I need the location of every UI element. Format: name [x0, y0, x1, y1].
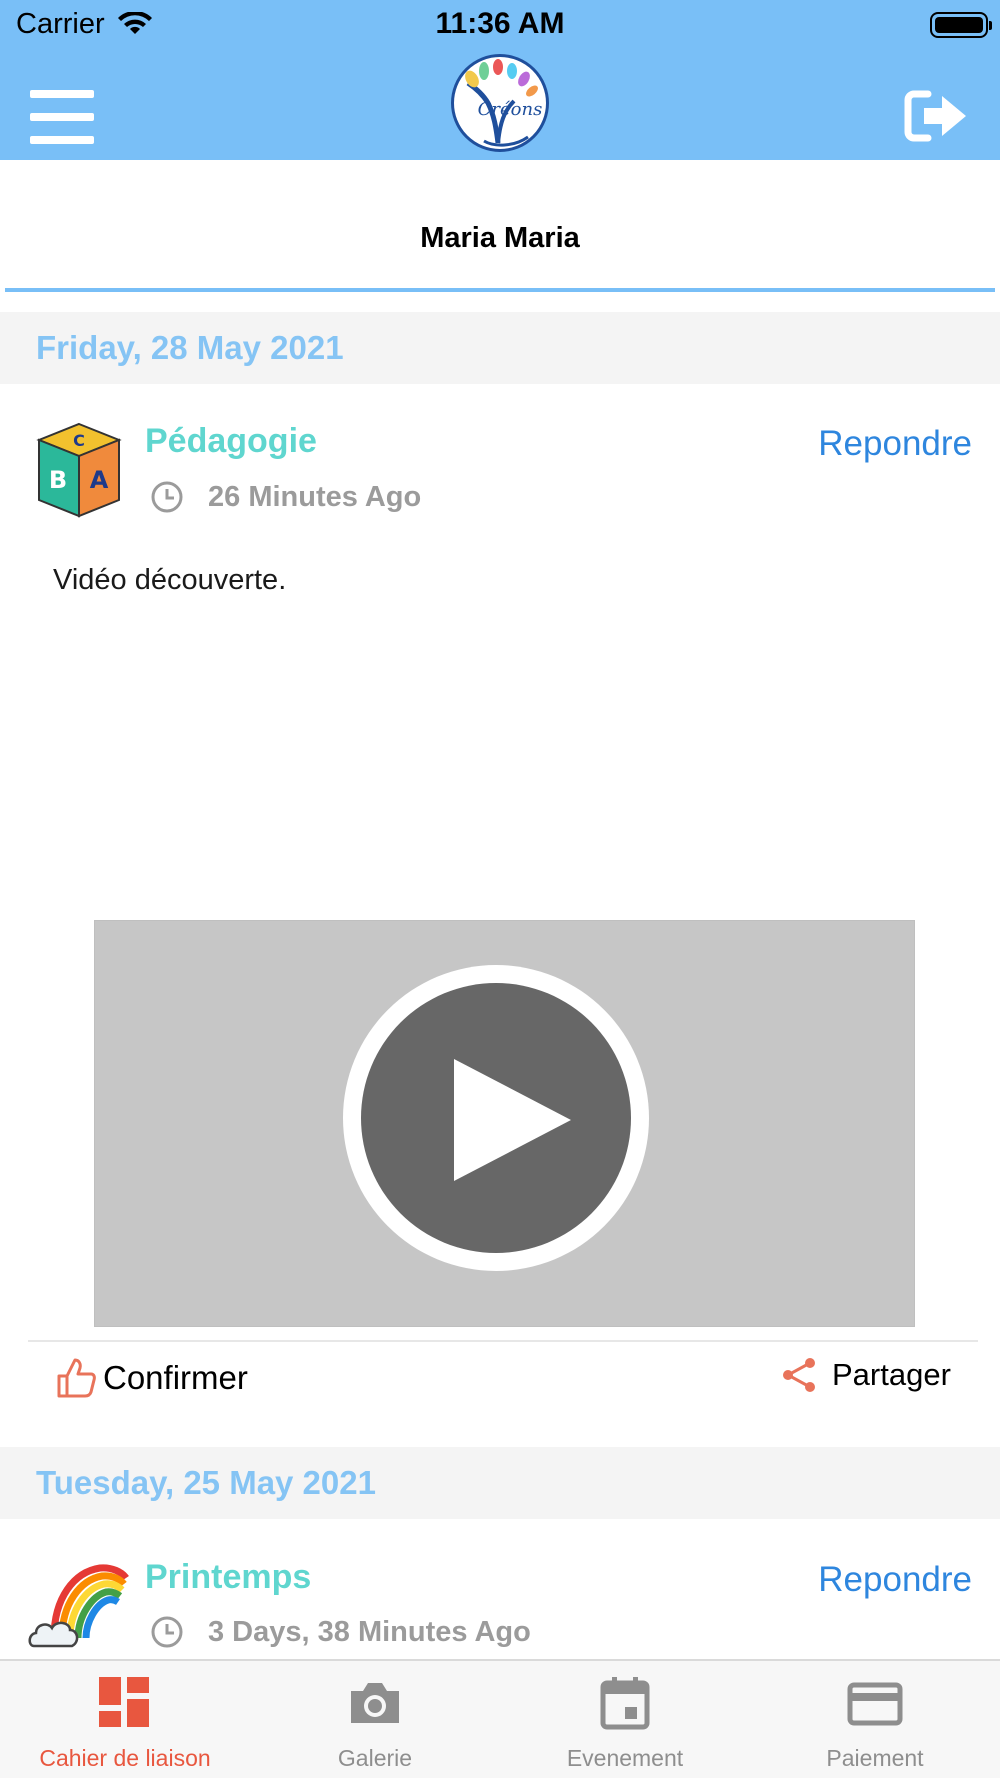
post-body: Vidéo découverte. [53, 564, 287, 596]
calendar-icon [600, 1677, 650, 1730]
share-button[interactable]: Partager [780, 1356, 951, 1394]
tab-galerie[interactable]: Galerie [250, 1661, 500, 1778]
svg-text:B: B [49, 466, 67, 494]
play-icon [343, 965, 649, 1271]
clock-icon [151, 481, 183, 513]
share-icon [783, 1358, 815, 1392]
tab-label: Paiement [826, 1745, 924, 1771]
dashboard-icon [99, 1677, 149, 1727]
time-ago: 26 Minutes Ago [208, 480, 422, 513]
status-time: 11:36 AM [435, 7, 565, 40]
svg-text:A: A [90, 466, 109, 494]
post-category: Pédagogie [145, 422, 317, 460]
app-header: Carrier 11:36 AM Créons [0, 0, 1000, 160]
logo-text: Créons [478, 99, 543, 120]
tab-bar: Cahier de liaison Galerie Evenement Paie… [0, 1659, 1000, 1778]
post-time: 3 Days, 38 Minutes Ago [150, 1615, 531, 1649]
thumbs-up-icon [57, 1358, 96, 1398]
reply-button[interactable]: Repondre [818, 424, 972, 464]
credit-card-icon [847, 1682, 903, 1726]
post-category: Printemps [145, 1558, 312, 1596]
post-time: 26 Minutes Ago [150, 480, 421, 514]
school-logo: Créons [451, 54, 549, 152]
logout-icon [904, 90, 966, 142]
share-label: Partager [832, 1357, 951, 1392]
clock-icon [151, 1616, 183, 1648]
logout-button[interactable] [902, 88, 970, 144]
date-header: Tuesday, 25 May 2021 [0, 1447, 1000, 1519]
confirm-button[interactable]: Confirmer [55, 1356, 248, 1400]
abc-blocks-icon: C B A [36, 422, 122, 518]
tab-evenement[interactable]: Evenement [500, 1661, 750, 1778]
tab-label: Cahier de liaison [39, 1745, 211, 1771]
rainbow-icon [28, 1564, 129, 1648]
title-underline [5, 288, 995, 292]
page-title: Maria Maria [420, 222, 580, 254]
confirm-label: Confirmer [103, 1359, 248, 1396]
time-ago: 3 Days, 38 Minutes Ago [208, 1615, 531, 1648]
date-header: Friday, 28 May 2021 [0, 312, 1000, 384]
menu-button[interactable] [30, 90, 94, 144]
video-player[interactable] [94, 920, 915, 1327]
logo-tree-icon: Créons [456, 59, 544, 147]
reply-button[interactable]: Repondre [818, 1560, 972, 1600]
battery-icon [930, 12, 992, 38]
tab-paiement[interactable]: Paiement [750, 1661, 1000, 1778]
svg-text:C: C [73, 431, 85, 450]
camera-icon [351, 1683, 399, 1723]
tab-cahier-de-liaison[interactable]: Cahier de liaison [0, 1661, 250, 1778]
hamburger-icon [30, 90, 94, 98]
post-divider [28, 1340, 978, 1342]
tab-label: Galerie [337, 1745, 413, 1771]
tab-label: Evenement [566, 1745, 684, 1771]
